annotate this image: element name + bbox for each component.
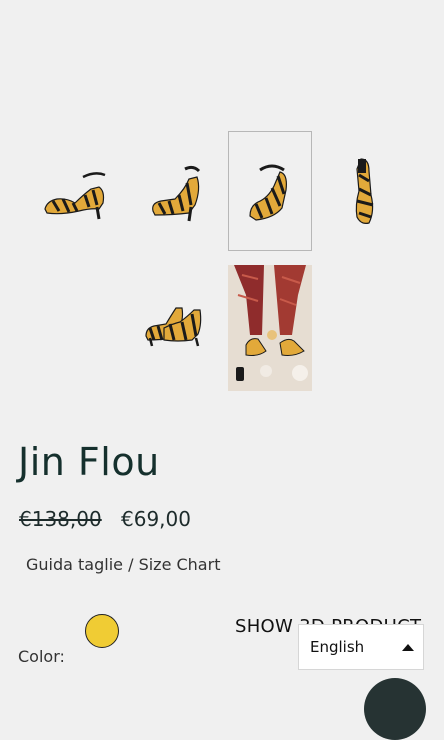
shoe-image [44,172,106,220]
thumbnail-pair-view[interactable] [133,264,217,384]
shoe-image [355,158,374,224]
chat-icon[interactable] [364,678,426,740]
thumbnail-back-view[interactable] [228,131,312,251]
product-title: Jin Flou [18,440,160,484]
thumbnail-side-view[interactable] [35,131,119,251]
thumbnail-top-view[interactable] [322,131,406,251]
caret-up-icon [402,644,414,651]
color-label: Color: [18,647,65,666]
original-price: €138,00 [19,507,102,531]
color-swatch-yellow[interactable] [85,614,119,648]
language-selector[interactable]: English [298,624,424,670]
shoe-image [145,307,202,347]
thumbnail-lifestyle-photo[interactable] [228,265,312,391]
sale-price: €69,00 [121,507,191,531]
size-chart-link[interactable]: Guida taglie / Size Chart [26,555,220,574]
shoe-image [249,164,287,221]
shoe-image [152,165,201,222]
language-selected: English [310,638,365,656]
lifestyle-image [228,265,312,391]
thumbnail-front-view[interactable] [133,131,217,251]
